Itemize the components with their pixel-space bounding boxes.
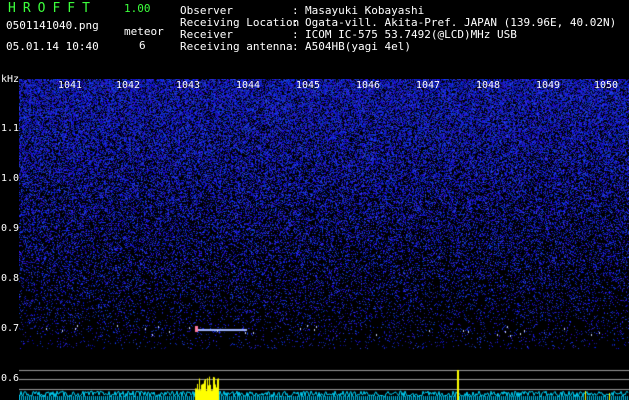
y-tick-label: 0.6	[1, 373, 20, 384]
khz-unit-label: kHz	[1, 74, 20, 85]
freq-tick-label: 1046	[355, 80, 381, 91]
y-tick-label: 0.9	[1, 223, 20, 234]
freq-tick-label: 1044	[235, 80, 261, 91]
y-tick-label: 0.7	[1, 323, 20, 334]
app-version: 1.00	[124, 2, 151, 15]
meteor-count: 6	[139, 39, 146, 52]
info-label-antenna: Receiving antenna	[180, 40, 293, 53]
info-separator: :	[292, 40, 299, 53]
freq-tick-label: 1043	[175, 80, 201, 91]
freq-tick-label: 1050	[593, 80, 619, 91]
file-name: 0501141040.png	[6, 19, 99, 32]
y-tick-label: 1.1	[1, 123, 20, 134]
freq-tick-label: 1047	[415, 80, 441, 91]
freq-tick-label: 1049	[535, 80, 561, 91]
freq-tick-label: 1041	[57, 80, 83, 91]
app-title: HROFFT	[8, 1, 97, 16]
date-time: 05.01.14 10:40	[6, 40, 99, 53]
freq-tick-label: 1048	[475, 80, 501, 91]
info-value-antenna: A504HB(yagi 4el)	[305, 40, 411, 53]
spectrogram-canvas	[19, 79, 629, 400]
meteor-label: meteor	[124, 25, 164, 38]
y-tick-label: 0.8	[1, 273, 20, 284]
freq-tick-label: 1042	[115, 80, 141, 91]
y-tick-label: 1.0	[1, 173, 20, 184]
freq-tick-label: 1045	[295, 80, 321, 91]
